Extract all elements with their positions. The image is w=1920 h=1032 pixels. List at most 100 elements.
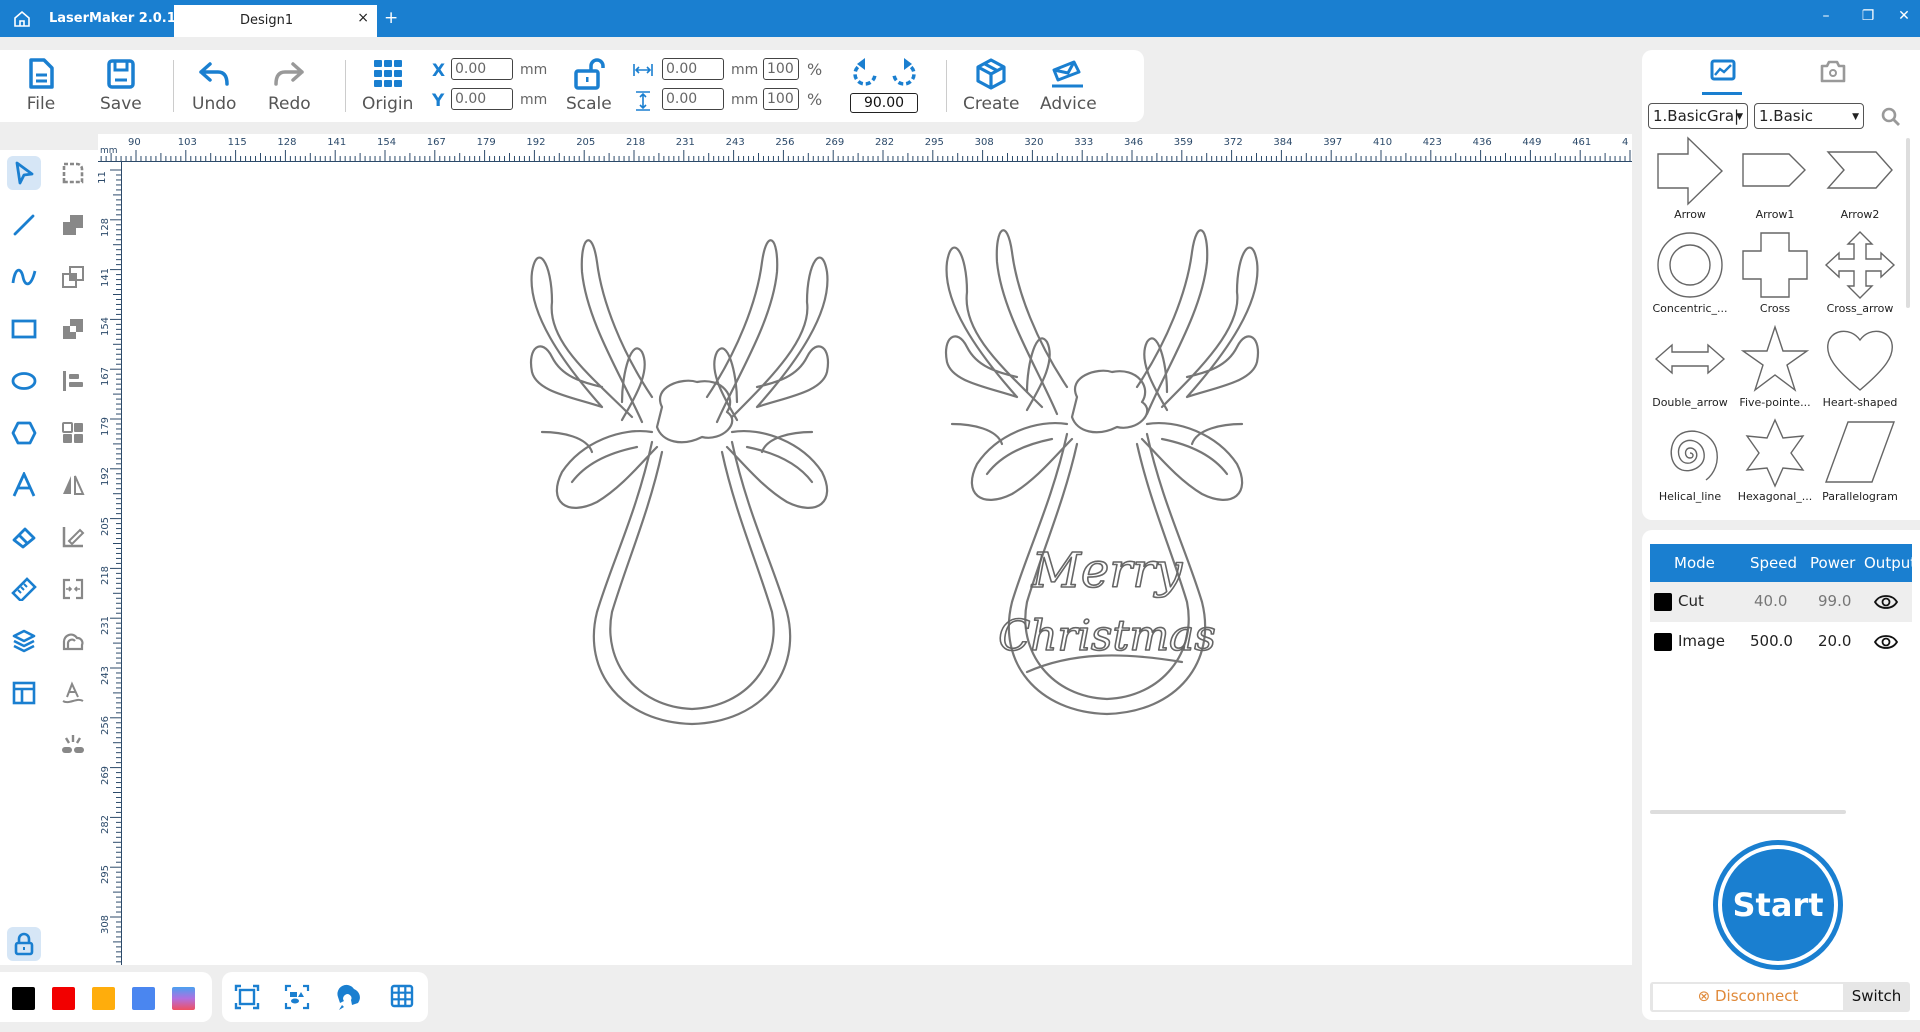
create-button[interactable]: Create (963, 58, 1020, 114)
node-edit-tool[interactable] (56, 156, 90, 190)
camera-tab-icon[interactable] (1819, 58, 1847, 84)
undo-button[interactable]: Undo (192, 58, 236, 114)
subcategory-dropdown[interactable]: 1.Basic ▼ (1754, 103, 1864, 129)
union-tool[interactable] (56, 208, 90, 242)
y-position-input[interactable] (451, 88, 513, 110)
color-swatch-red[interactable] (52, 987, 75, 1010)
height-unit: mm (731, 92, 759, 108)
reindeer-outline[interactable] (529, 239, 830, 726)
height-input[interactable] (662, 88, 724, 110)
fit-frame-icon[interactable] (234, 984, 260, 1010)
x-position-input[interactable] (451, 58, 513, 80)
close-tab-icon[interactable]: × (357, 10, 369, 26)
layout-tool[interactable] (7, 676, 41, 710)
ellipse-tool[interactable] (7, 364, 41, 398)
layer-color-swatch[interactable] (1654, 593, 1672, 611)
intersect-tool[interactable] (56, 260, 90, 294)
double-arrow-icon (1654, 343, 1726, 375)
shape-arrow2[interactable]: Arrow2 (1818, 136, 1902, 228)
rotation-angle-input[interactable] (850, 93, 918, 113)
rotate-cw-icon[interactable] (890, 58, 918, 88)
layer-row-image[interactable]: Image 500.0 20.0 (1650, 622, 1912, 662)
color-swatch-orange[interactable] (92, 987, 115, 1010)
layer-mode: Cut (1678, 592, 1704, 610)
width-percent-input[interactable] (763, 58, 799, 80)
shape-helical-line[interactable]: Helical_line (1648, 418, 1732, 510)
select-tool[interactable] (7, 156, 41, 190)
line-tool[interactable] (7, 208, 41, 242)
text-on-path-tool[interactable] (56, 676, 90, 710)
shape-cross-arrow[interactable]: Cross_arrow (1818, 230, 1902, 322)
arrow1-shape-icon (1742, 153, 1806, 187)
search-icon[interactable] (1880, 106, 1902, 128)
height-icon (636, 91, 650, 111)
shape-arrow1[interactable]: Arrow1 (1733, 136, 1817, 228)
new-tab-button[interactable]: + (384, 8, 398, 28)
text-tool[interactable] (7, 468, 41, 502)
home-icon[interactable] (12, 9, 32, 29)
eye-icon[interactable] (1874, 634, 1898, 650)
shape-cross[interactable]: Cross (1733, 230, 1817, 322)
color-swatch-blue[interactable] (132, 987, 155, 1010)
tab-design1[interactable]: Design1 × (174, 5, 377, 37)
advice-button[interactable]: Advice (1040, 58, 1097, 114)
shape-hexagonal-star[interactable]: Hexagonal_... (1733, 418, 1817, 510)
edit-path-tool[interactable] (56, 520, 90, 554)
width-pct-sign: % (807, 60, 823, 79)
restore-button[interactable]: ❐ (1858, 8, 1878, 24)
file-button[interactable]: File (26, 58, 56, 114)
shape-concentric[interactable]: Concentric_... (1648, 230, 1732, 322)
subtract-tool[interactable] (56, 312, 90, 346)
shape-label: Heart-shaped (1822, 396, 1898, 409)
design-canvas[interactable]: Merry Christmas (122, 162, 1632, 965)
height-percent-input[interactable] (763, 88, 799, 110)
close-window-button[interactable]: ✕ (1894, 8, 1914, 24)
file-icon (29, 58, 54, 89)
color-swatch-gradient[interactable] (172, 987, 195, 1010)
width-input[interactable] (662, 58, 724, 80)
shape-heart[interactable]: Heart-shaped (1818, 324, 1902, 416)
layer-color-swatch[interactable] (1654, 633, 1672, 651)
start-button[interactable]: Start (1713, 840, 1843, 970)
redo-button[interactable]: Redo (268, 58, 311, 114)
shape-five-pointed-star[interactable]: Five-pointe... (1733, 324, 1817, 416)
polygon-tool[interactable] (7, 416, 41, 450)
eye-icon[interactable] (1874, 594, 1898, 610)
curve-tool[interactable] (7, 260, 41, 294)
reindeer-merry-christmas[interactable]: Merry Christmas (944, 229, 1260, 716)
offset-tool[interactable] (56, 624, 90, 658)
layer-scrollbar[interactable] (1650, 810, 1846, 814)
category-dropdown[interactable]: 1.BasicGra| ▼ (1648, 103, 1748, 129)
snap-magnet-icon[interactable] (334, 983, 362, 1011)
switch-button[interactable]: Switch (1845, 984, 1908, 1010)
grid-icon[interactable] (390, 984, 414, 1008)
shape-arrow[interactable]: Arrow (1648, 136, 1732, 228)
rotate-ccw-icon[interactable] (851, 58, 879, 88)
minimize-button[interactable]: – (1816, 8, 1836, 24)
shape-parallelogram[interactable]: Parallelogram (1818, 418, 1902, 510)
fit-objects-icon[interactable] (284, 984, 310, 1010)
array-tool[interactable] (56, 416, 90, 450)
laser-tool[interactable] (56, 728, 90, 762)
lock-canvas-button[interactable] (7, 927, 41, 961)
layers-tool[interactable] (7, 624, 41, 658)
scale-lock-button[interactable]: Scale (566, 58, 612, 114)
split-tool[interactable] (56, 572, 90, 606)
save-label: Save (100, 94, 142, 114)
mirror-icon (63, 475, 85, 495)
library-scrollbar[interactable] (1906, 138, 1910, 308)
color-swatch-black[interactable] (12, 987, 35, 1010)
align-tool[interactable] (56, 364, 90, 398)
rectangle-tool[interactable] (7, 312, 41, 346)
layer-row-cut[interactable]: Cut 40.0 99.0 (1650, 582, 1912, 622)
graphics-tab-icon[interactable] (1709, 58, 1737, 84)
header-speed: Speed (1750, 554, 1798, 572)
disconnect-button[interactable]: ⊗ Disconnect (1653, 984, 1843, 1010)
shape-label: Cross_arrow (1826, 302, 1894, 315)
eraser-tool[interactable] (7, 520, 41, 554)
origin-button[interactable]: Origin (362, 58, 413, 114)
measure-tool[interactable] (7, 572, 41, 606)
mirror-tool[interactable] (56, 468, 90, 502)
save-button[interactable]: Save (100, 58, 142, 114)
shape-double-arrow[interactable]: Double_arrow (1648, 324, 1732, 416)
